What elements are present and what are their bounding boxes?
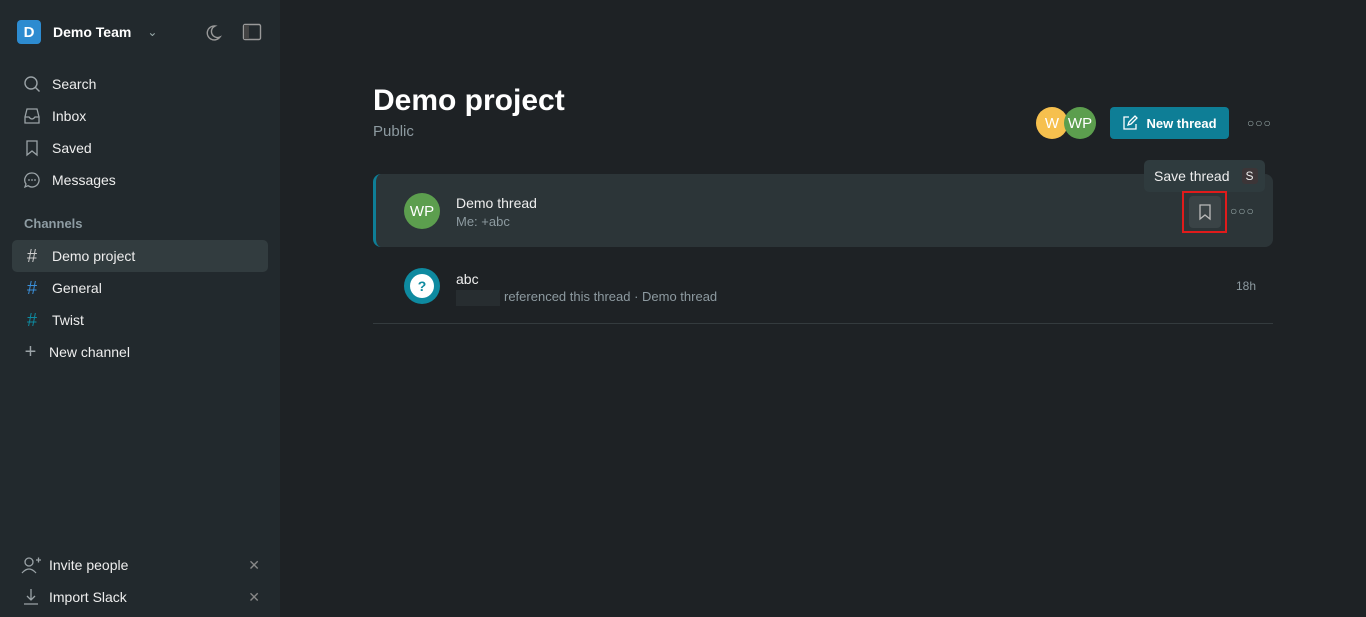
avatar[interactable]: WP xyxy=(1064,107,1096,139)
thread-snippet: Me: +abc xyxy=(456,214,510,229)
channel-label: General xyxy=(52,280,102,296)
nav-label: Search xyxy=(52,76,97,92)
thread-title: abc xyxy=(456,271,479,287)
channel-label: Demo project xyxy=(52,248,136,264)
hash-icon: # xyxy=(26,277,37,298)
thread-more-icon[interactable]: ○○○ xyxy=(1230,204,1255,218)
bookmark-icon xyxy=(12,139,52,157)
redacted-name xyxy=(456,289,500,306)
nav-messages[interactable]: Messages xyxy=(12,164,268,196)
team-logo: D xyxy=(17,20,41,44)
new-thread-button[interactable]: New thread xyxy=(1110,107,1229,139)
close-icon[interactable]: ✕ xyxy=(248,557,260,574)
team-name: Demo Team xyxy=(53,24,132,40)
chevron-down-icon: ⌄ xyxy=(147,25,158,39)
channels-heading: Channels xyxy=(24,216,83,231)
thread-row[interactable]: WP Demo thread Me: +abc ○○○ xyxy=(373,174,1273,247)
nav-saved[interactable]: Saved xyxy=(12,132,268,164)
nav-label: Saved xyxy=(52,140,92,156)
more-options-icon[interactable]: ○○○ xyxy=(1247,116,1272,130)
hash-icon: # xyxy=(26,245,37,266)
thread-time: 18h xyxy=(1236,279,1257,293)
add-person-icon xyxy=(12,556,49,574)
thread-title: Demo thread xyxy=(456,195,537,211)
nav-search[interactable]: Search xyxy=(12,68,268,100)
import-label: Import Slack xyxy=(49,589,127,605)
moon-icon[interactable] xyxy=(202,23,222,43)
chat-icon xyxy=(12,171,52,189)
team-switcher[interactable]: D Demo Team ⌄ xyxy=(17,20,157,44)
channel-general[interactable]: # General xyxy=(12,272,268,304)
hash-icon: # xyxy=(26,309,37,330)
channel-label: Twist xyxy=(52,312,84,328)
save-thread-button[interactable] xyxy=(1182,191,1227,233)
channel-visibility: Public xyxy=(373,123,414,140)
new-thread-label: New thread xyxy=(1146,115,1217,131)
bookmark-icon xyxy=(1198,204,1211,221)
channel-twist[interactable]: # Twist xyxy=(12,304,268,336)
sidebar-toggle-icon[interactable] xyxy=(242,22,262,42)
avatar: WP xyxy=(404,193,440,229)
search-icon xyxy=(12,75,52,93)
sidebar: D Demo Team ⌄ Search Inbox Saved Message… xyxy=(0,0,280,617)
compose-icon xyxy=(1123,115,1139,130)
download-icon xyxy=(12,588,49,606)
thread-snippet: referenced this thread · Demo thread xyxy=(504,289,718,304)
help-bubble-icon: ? xyxy=(404,268,440,304)
new-channel-button[interactable]: + New channel xyxy=(12,336,268,368)
nav-label: Inbox xyxy=(52,108,87,124)
invite-label: Invite people xyxy=(49,557,129,573)
thread-row[interactable]: ? abc referenced this thread · Demo thre… xyxy=(373,250,1273,324)
nav-inbox[interactable]: Inbox xyxy=(12,100,268,132)
new-channel-label: New channel xyxy=(49,344,130,360)
invite-people-button[interactable]: Invite people ✕ xyxy=(12,549,268,581)
import-slack-button[interactable]: Import Slack ✕ xyxy=(12,581,268,613)
shortcut-key: S xyxy=(1241,168,1258,184)
save-thread-tooltip: Save thread S xyxy=(1144,160,1265,192)
tooltip-label: Save thread xyxy=(1154,168,1230,184)
plus-icon: + xyxy=(24,340,37,363)
channel-demo-project[interactable]: # Demo project xyxy=(12,240,268,272)
thread-snippet-wrap: referenced this thread · Demo thread xyxy=(456,289,717,306)
page-title: Demo project xyxy=(373,84,565,117)
close-icon[interactable]: ✕ xyxy=(248,589,260,606)
inbox-icon xyxy=(12,107,52,125)
nav-label: Messages xyxy=(52,172,116,188)
